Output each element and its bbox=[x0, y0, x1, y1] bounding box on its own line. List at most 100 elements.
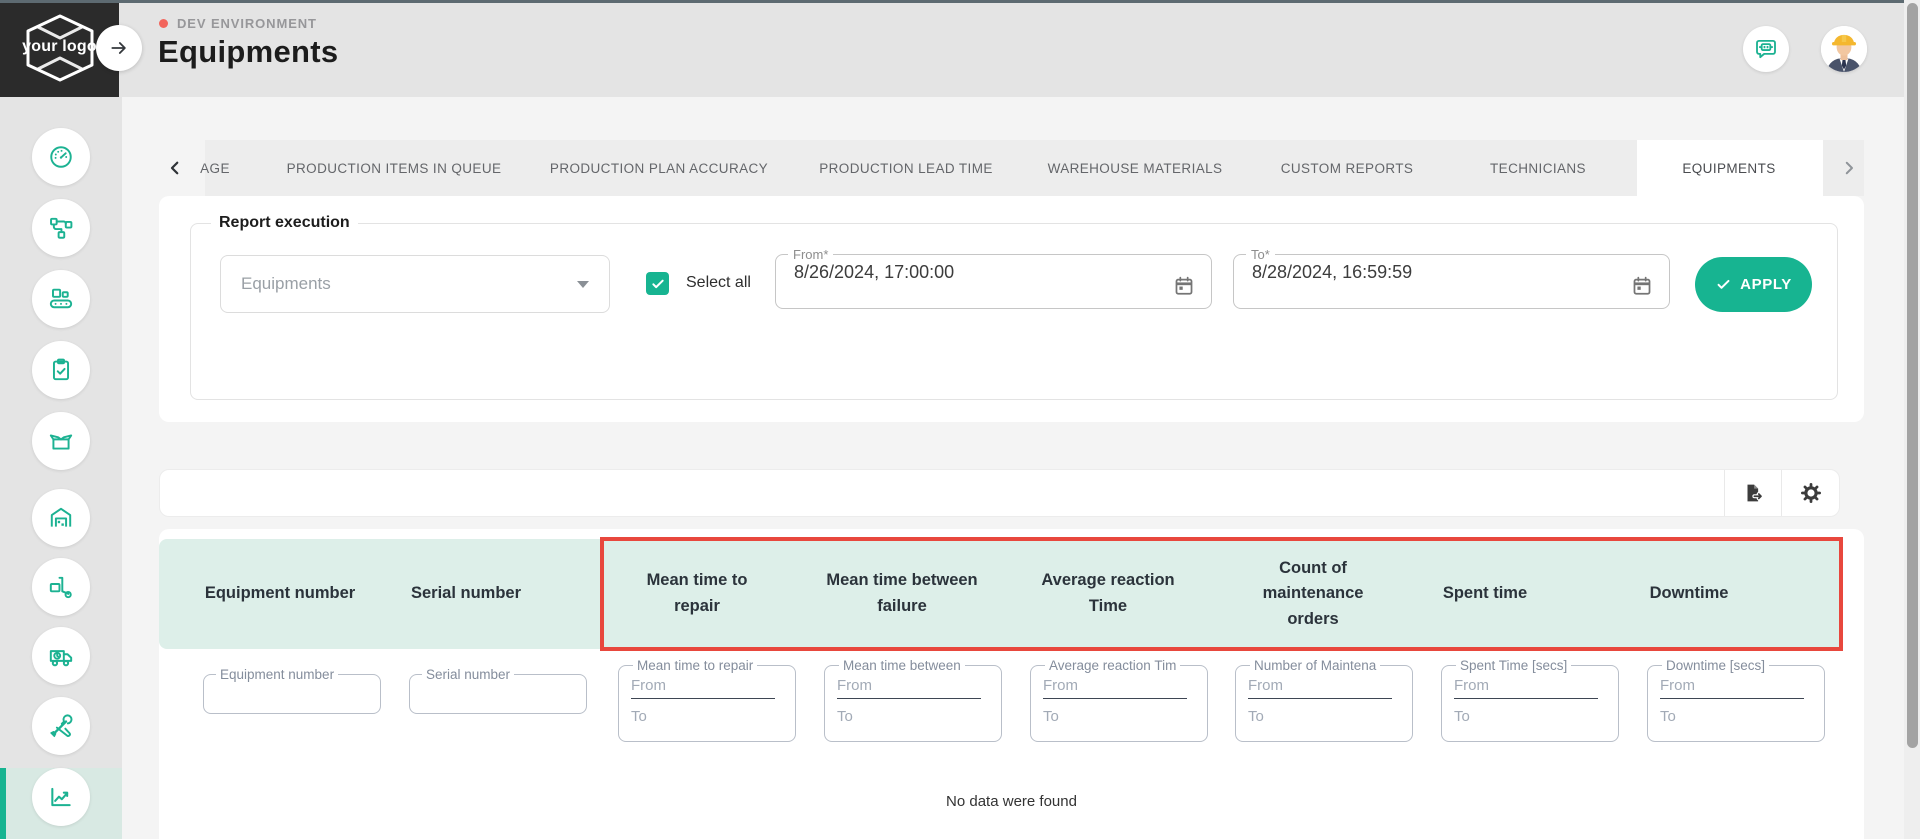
tabs-scroll-right-button[interactable] bbox=[1837, 156, 1861, 180]
sidebar-item-reports[interactable] bbox=[32, 768, 90, 826]
chevron-right-icon bbox=[1840, 159, 1858, 177]
filter-serial-number-input[interactable] bbox=[420, 682, 576, 706]
filter-to-input[interactable] bbox=[837, 704, 989, 728]
to-calendar-button[interactable] bbox=[1627, 271, 1657, 301]
dashboard-gauge-icon bbox=[48, 144, 74, 170]
filter-divider bbox=[1660, 698, 1804, 699]
tab-production-plan-accuracy[interactable]: PRODUCTION PLAN ACCURACY bbox=[550, 140, 768, 196]
production-conveyor-icon bbox=[48, 286, 74, 312]
sidebar-item-logistics[interactable] bbox=[32, 558, 90, 616]
env-label: DEV ENVIRONMENT bbox=[177, 16, 317, 31]
chat-robot-icon bbox=[1753, 36, 1779, 62]
table-toolbar bbox=[159, 469, 1840, 517]
checklist-clipboard-icon bbox=[48, 357, 74, 383]
tabs-scroll-left-button[interactable] bbox=[163, 156, 187, 180]
filter-divider bbox=[1454, 698, 1598, 699]
tab-label: TECHNICIANS bbox=[1490, 161, 1586, 176]
filter-label: Number of Maintena bbox=[1250, 658, 1380, 673]
env-dot-icon bbox=[159, 19, 168, 28]
filter-from-input[interactable] bbox=[837, 673, 989, 697]
table-settings-button[interactable] bbox=[1781, 470, 1840, 516]
report-type-select-value: Equipments bbox=[241, 274, 577, 294]
calendar-icon bbox=[1173, 275, 1195, 297]
page-scrollbar[interactable] bbox=[1904, 0, 1920, 839]
sidebar-item-warehouse[interactable] bbox=[32, 489, 90, 547]
filter-number-of-maintenance: Number of Maintena bbox=[1235, 658, 1413, 742]
filter-from-input[interactable] bbox=[631, 673, 783, 697]
filter-divider bbox=[631, 698, 775, 699]
select-all-label: Select all bbox=[686, 274, 751, 292]
filter-to-input[interactable] bbox=[1660, 704, 1812, 728]
filter-from-input[interactable] bbox=[1660, 673, 1812, 697]
hand-truck-icon bbox=[48, 574, 74, 600]
select-all-checkbox[interactable] bbox=[646, 272, 669, 295]
filter-divider bbox=[1043, 698, 1187, 699]
filter-to-input[interactable] bbox=[631, 704, 783, 728]
col-count-of-maintenance-orders: Count of maintenance orders bbox=[1243, 539, 1383, 649]
filter-divider bbox=[1248, 698, 1392, 699]
filter-mean-time-between: Mean time between bbox=[824, 658, 1002, 742]
report-execution-legend: Report execution bbox=[211, 214, 358, 232]
filter-label: Serial number bbox=[422, 667, 514, 682]
filter-to-input[interactable] bbox=[1454, 704, 1606, 728]
page-title: Equipments bbox=[158, 34, 338, 70]
filter-mean-time-to-repair: Mean time to repair bbox=[618, 658, 796, 742]
filter-label: Downtime [secs] bbox=[1662, 658, 1769, 673]
from-date-input[interactable] bbox=[792, 261, 1122, 284]
from-date-field: From* bbox=[775, 247, 1212, 309]
filter-label: Spent Time [secs] bbox=[1456, 658, 1571, 673]
app-header: your logo DEV ENVIRONMENT Equipments bbox=[0, 0, 1920, 97]
user-menu-button[interactable] bbox=[1821, 26, 1867, 72]
reports-analytics-icon bbox=[48, 784, 74, 810]
tab-equipments[interactable]: EQUIPMENTS bbox=[1682, 140, 1775, 196]
from-calendar-button[interactable] bbox=[1169, 271, 1199, 301]
tab-production-lead-time[interactable]: PRODUCTION LEAD TIME bbox=[819, 140, 993, 196]
filter-from-input[interactable] bbox=[1043, 673, 1195, 697]
sidebar-item-delivery[interactable] bbox=[32, 627, 90, 685]
settings-gear-icon bbox=[1800, 482, 1822, 504]
filter-average-reaction-time: Average reaction Tim bbox=[1030, 658, 1208, 742]
col-mean-time-between-failure: Mean time between failure bbox=[824, 539, 980, 649]
col-average-reaction-time: Average reaction Time bbox=[1023, 539, 1193, 649]
tab-custom-reports[interactable]: CUSTOM REPORTS bbox=[1281, 140, 1414, 196]
apply-button[interactable]: APPLY bbox=[1695, 257, 1812, 312]
scrollbar-thumb[interactable] bbox=[1907, 3, 1918, 748]
filter-downtime: Downtime [secs] bbox=[1647, 658, 1825, 742]
sidebar-active-bar bbox=[0, 768, 6, 839]
tab-age[interactable]: AGE bbox=[200, 140, 230, 196]
sidebar-item-dashboard[interactable] bbox=[32, 128, 90, 186]
tab-production-items-in-queue[interactable]: PRODUCTION ITEMS IN QUEUE bbox=[287, 140, 502, 196]
check-icon bbox=[1715, 276, 1732, 293]
sidebar-item-packages[interactable] bbox=[32, 412, 90, 470]
report-execution-card: Report execution Equipments Select all F… bbox=[159, 196, 1864, 422]
calendar-icon bbox=[1631, 275, 1653, 297]
from-date-label: From* bbox=[788, 247, 833, 262]
sidebar-item-maintenance[interactable] bbox=[32, 697, 90, 755]
chat-assistant-button[interactable] bbox=[1743, 26, 1789, 72]
sidebar-toggle-button[interactable] bbox=[96, 25, 142, 71]
sidebar-item-orders[interactable] bbox=[32, 341, 90, 399]
filter-to-input[interactable] bbox=[1043, 704, 1195, 728]
filter-from-input[interactable] bbox=[1248, 673, 1400, 697]
filter-label: Equipment number bbox=[216, 667, 338, 682]
tab-label: AGE bbox=[200, 161, 230, 176]
tab-label: PRODUCTION PLAN ACCURACY bbox=[550, 161, 768, 176]
results-table: Equipment number Serial number Mean time… bbox=[159, 529, 1864, 839]
window-top-edge bbox=[0, 0, 1920, 3]
tab-warehouse-materials[interactable]: WAREHOUSE MATERIALS bbox=[1048, 140, 1223, 196]
col-serial-number: Serial number bbox=[376, 539, 556, 649]
filter-equipment-number-input[interactable] bbox=[214, 682, 370, 706]
sidebar-item-workflow[interactable] bbox=[32, 199, 90, 257]
filter-from-input[interactable] bbox=[1454, 673, 1606, 697]
col-mean-time-to-repair: Mean time to repair bbox=[629, 539, 765, 649]
tab-label: PRODUCTION ITEMS IN QUEUE bbox=[287, 161, 502, 176]
export-file-icon bbox=[1742, 482, 1764, 504]
sidebar-item-production[interactable] bbox=[32, 270, 90, 328]
filter-to-input[interactable] bbox=[1248, 704, 1400, 728]
to-date-label: To* bbox=[1246, 247, 1275, 262]
to-date-input[interactable] bbox=[1250, 261, 1580, 284]
tab-technicians[interactable]: TECHNICIANS bbox=[1490, 140, 1586, 196]
report-type-select[interactable]: Equipments bbox=[220, 255, 610, 313]
environment-badge: DEV ENVIRONMENT bbox=[159, 16, 317, 31]
export-button[interactable] bbox=[1724, 470, 1781, 516]
